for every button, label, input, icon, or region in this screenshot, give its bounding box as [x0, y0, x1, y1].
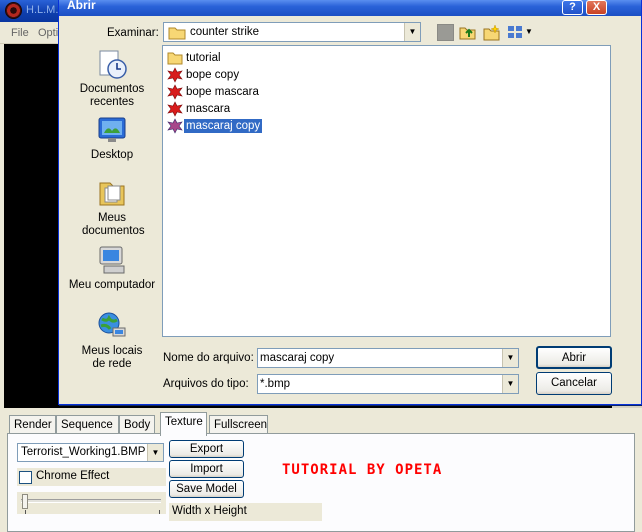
file-name-label: Nome do arquivo:: [163, 352, 254, 364]
slider-thumb[interactable]: [22, 494, 28, 509]
list-item-file[interactable]: bope copy: [167, 67, 241, 83]
bmp-file-icon: [167, 67, 183, 83]
place-label: Meus documentos: [82, 212, 145, 237]
place-desktop[interactable]: Desktop: [65, 114, 159, 162]
file-name: bope copy: [186, 69, 240, 81]
tab-sequence[interactable]: Sequence: [56, 415, 119, 435]
chrome-effect-label: Chrome Effect: [36, 470, 110, 482]
app-logo-icon: [5, 2, 22, 19]
dialog-title: Abrir: [67, 0, 96, 12]
texture-tab-body: Terrorist_Working1.BMP ▼ Chrome Effect E…: [7, 433, 635, 532]
up-folder-icon[interactable]: [459, 24, 476, 41]
look-in-value: counter strike: [190, 26, 260, 38]
save-model-button[interactable]: Save Model: [169, 480, 244, 498]
place-label: Meu computador: [68, 279, 156, 291]
new-folder-icon[interactable]: [483, 24, 500, 41]
file-name: mascaraj copy: [182, 118, 264, 134]
recent-documents-icon: [99, 50, 127, 79]
list-item-file[interactable]: mascara: [167, 101, 232, 117]
import-button[interactable]: Import: [169, 460, 244, 478]
dialog-titlebar[interactable]: Abrir ? X: [59, 0, 641, 16]
bmp-file-icon: [167, 84, 183, 100]
bmp-file-icon: [167, 118, 183, 134]
help-button[interactable]: ?: [562, 0, 583, 15]
file-type-value: *.bmp: [260, 378, 291, 390]
control-panel: Render Sequence Body Texture Fullscreen …: [5, 410, 637, 532]
bmp-file-icon: [167, 101, 183, 117]
look-in-select[interactable]: counter strike ▼: [163, 22, 421, 42]
place-recent-documents[interactable]: Documentos recentes: [65, 48, 159, 109]
desktop-icon: [98, 117, 126, 142]
app-title: H.L.M.: [26, 4, 59, 16]
texture-select-value: Terrorist_Working1.BMP: [21, 446, 146, 458]
list-item-folder[interactable]: tutorial: [167, 50, 223, 66]
tab-render[interactable]: Render: [9, 415, 56, 435]
tab-texture[interactable]: Texture: [160, 412, 207, 436]
texture-slider[interactable]: [17, 492, 166, 514]
help-icon: ?: [569, 1, 576, 13]
tab-body[interactable]: Body: [119, 415, 155, 435]
place-network[interactable]: Meus locais de rede: [65, 310, 159, 371]
folder-icon: [168, 27, 186, 40]
tutorial-overlay-text: TUTORIAL BY OPETA: [282, 462, 443, 478]
tab-fullscreen[interactable]: Fullscreen: [209, 415, 268, 435]
file-type-select[interactable]: *.bmp ▼: [257, 374, 519, 394]
chevron-down-icon[interactable]: ▼: [502, 375, 518, 393]
file-name-field[interactable]: mascaraj copy ▼: [257, 348, 519, 368]
file-name-value: mascaraj copy: [260, 352, 335, 364]
close-button[interactable]: X: [586, 0, 607, 15]
file-name: mascara: [186, 103, 231, 115]
folder-icon: [167, 52, 183, 65]
slider-tick: [25, 510, 26, 514]
file-type-label: Arquivos do tipo:: [163, 378, 249, 390]
look-in-label: Examinar:: [107, 27, 159, 39]
slider-tick: [159, 510, 160, 514]
place-my-documents[interactable]: Meus documentos: [65, 177, 159, 238]
export-button[interactable]: Export: [169, 440, 244, 458]
texture-select[interactable]: Terrorist_Working1.BMP ▼: [17, 443, 164, 462]
my-documents-icon: [99, 182, 125, 206]
slider-track[interactable]: [21, 499, 161, 503]
menu-options[interactable]: Opti: [38, 27, 58, 39]
chevron-down-icon[interactable]: ▼: [404, 23, 420, 41]
place-label: Desktop: [90, 149, 134, 161]
open-button[interactable]: Abrir: [536, 346, 612, 369]
chevron-down-icon[interactable]: ▼: [502, 349, 518, 367]
texture-dimensions: Width x Height: [169, 503, 322, 521]
file-name: bope mascara: [186, 86, 259, 98]
my-computer-icon: [99, 246, 125, 274]
cancel-button[interactable]: Cancelar: [536, 372, 612, 395]
chrome-effect-row[interactable]: Chrome Effect: [17, 468, 166, 486]
place-label: Documentos recentes: [79, 83, 145, 108]
chrome-effect-checkbox[interactable]: [19, 471, 32, 484]
back-icon[interactable]: [437, 24, 454, 41]
place-label: Meus locais de rede: [81, 345, 143, 370]
chevron-down-icon[interactable]: ▼: [147, 444, 163, 461]
chevron-down-icon[interactable]: ▼: [525, 27, 533, 36]
open-file-dialog: Abrir ? X Examinar: counter strike ▼ ▼ D…: [58, 0, 642, 405]
file-list[interactable]: tutorial bope copy bope mascara mascara …: [162, 45, 611, 337]
network-places-icon: [98, 312, 126, 337]
menu-file[interactable]: File: [11, 27, 29, 39]
list-item-file-selected[interactable]: mascaraj copy: [167, 118, 264, 134]
view-menu-icon[interactable]: [507, 24, 524, 41]
place-my-computer[interactable]: Meu computador: [65, 244, 159, 292]
places-bar: Documentos recentes Desktop Meus documen…: [65, 44, 159, 382]
file-name: tutorial: [186, 52, 221, 64]
list-item-file[interactable]: bope mascara: [167, 84, 261, 100]
close-icon: X: [592, 1, 601, 13]
